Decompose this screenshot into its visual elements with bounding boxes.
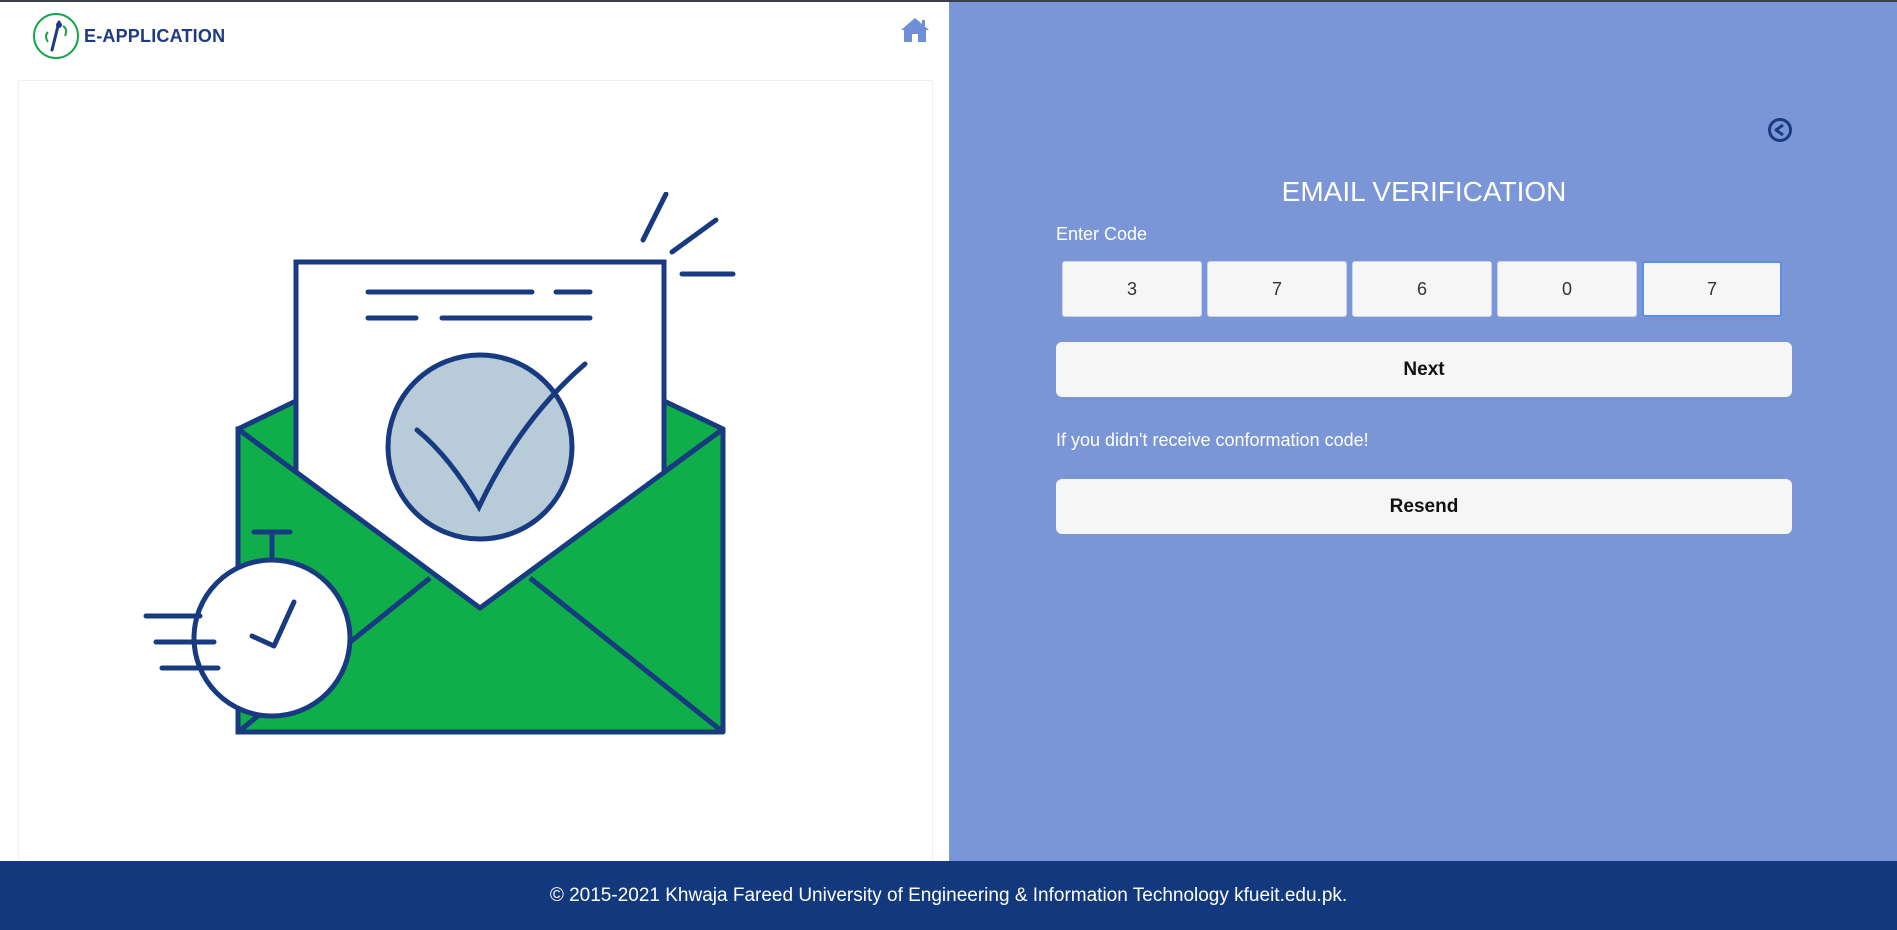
code-digit-1[interactable] — [1062, 261, 1202, 317]
code-digit-5[interactable] — [1642, 261, 1782, 317]
code-digit-2[interactable] — [1207, 261, 1347, 317]
footer-copyright: © 2015-2021 Khwaja Fareed University of … — [549, 884, 1348, 906]
resend-hint-text: If you didn't receive conformation code! — [1056, 430, 1369, 450]
code-digit-4[interactable] — [1497, 261, 1637, 317]
logo-text: E-APPLICATION — [84, 25, 226, 46]
logo-icon — [33, 13, 79, 59]
footer: © 2015-2021 Khwaja Fareed University of … — [0, 861, 1897, 930]
page-title: EMAIL VERIFICATION — [1281, 176, 1567, 207]
brand-logo[interactable]: E-APPLICATION — [32, 12, 225, 60]
next-button[interactable]: Next — [1056, 342, 1792, 397]
illustration-pane: E-APPLICATION — [0, 2, 949, 864]
code-digit-3[interactable] — [1352, 261, 1492, 317]
back-arrow-icon[interactable] — [1767, 117, 1793, 143]
email-verified-illustration — [143, 192, 736, 735]
home-icon[interactable] — [899, 16, 931, 44]
code-input-group — [1062, 261, 1782, 317]
enter-code-label: Enter Code — [1056, 224, 1148, 244]
resend-button[interactable]: Resend — [1056, 479, 1792, 534]
